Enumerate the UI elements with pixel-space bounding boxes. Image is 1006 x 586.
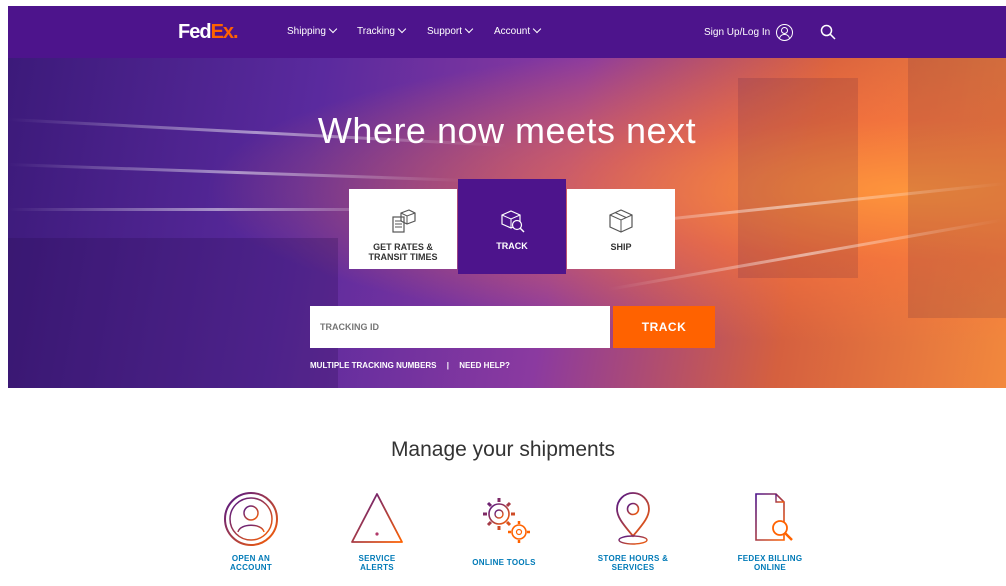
tab-ship[interactable]: SHIP bbox=[567, 189, 675, 269]
multiple-tracking-link[interactable]: MULTIPLE TRACKING NUMBERS bbox=[310, 361, 437, 370]
tab-label: GET RATES & TRANSIT TIMES bbox=[368, 242, 438, 262]
link-separator: | bbox=[446, 361, 449, 370]
hero-background-shape bbox=[8, 238, 338, 388]
alert-warning-icon bbox=[351, 493, 403, 543]
hero-banner: Where now meets next GET RATES & TRANSIT… bbox=[8, 58, 1006, 388]
ship-box-icon bbox=[609, 209, 633, 233]
search-icon[interactable] bbox=[820, 24, 836, 40]
tracking-links: MULTIPLE TRACKING NUMBERS | NEED HELP? bbox=[310, 361, 510, 370]
sign-in-label: Sign Up/Log In bbox=[704, 27, 771, 38]
chevron-down-icon bbox=[328, 24, 338, 34]
top-nav: FedEx. Shipping Tracking Support Account… bbox=[8, 6, 1006, 58]
nav-item-account[interactable]: Account bbox=[494, 24, 542, 37]
light-trail bbox=[8, 163, 468, 183]
sign-in-link[interactable]: Sign Up/Log In bbox=[704, 24, 794, 41]
fedex-logo[interactable]: FedEx. bbox=[178, 21, 239, 44]
track-package-icon bbox=[501, 210, 525, 233]
fedex-billing-label: FEDEX BILLING ONLINE bbox=[737, 554, 803, 572]
online-tools-label: ONLINE TOOLS bbox=[472, 558, 536, 567]
hero-title: Where now meets next bbox=[317, 110, 697, 151]
tab-get-rates[interactable]: GET RATES & TRANSIT TIMES bbox=[349, 189, 457, 269]
need-help-link[interactable]: NEED HELP? bbox=[459, 361, 510, 370]
tab-label: SHIP bbox=[610, 242, 632, 252]
online-tools-link[interactable]: ONLINE TOOLS bbox=[454, 490, 554, 567]
open-account-link[interactable]: OPEN AN ACCOUNT bbox=[201, 490, 301, 572]
chevron-down-icon bbox=[532, 24, 542, 34]
rates-calculator-icon bbox=[392, 209, 416, 233]
nav-item-support[interactable]: Support bbox=[427, 24, 474, 37]
open-account-label: OPEN AN ACCOUNT bbox=[229, 554, 273, 572]
tracking-id-input[interactable] bbox=[310, 306, 610, 348]
tab-track[interactable]: TRACK bbox=[458, 179, 566, 274]
chevron-down-icon bbox=[397, 24, 407, 34]
store-hours-link[interactable]: STORE HOURS & SERVICES bbox=[583, 490, 683, 572]
service-alerts-label: SERVICE ALERTS bbox=[358, 554, 396, 572]
chevron-down-icon bbox=[464, 24, 474, 34]
nav-item-shipping[interactable]: Shipping bbox=[287, 24, 338, 37]
track-button[interactable]: TRACK bbox=[613, 306, 715, 348]
store-hours-label: STORE HOURS & SERVICES bbox=[597, 554, 669, 572]
location-pin-icon bbox=[616, 492, 650, 545]
service-alerts-link[interactable]: SERVICE ALERTS bbox=[327, 490, 427, 572]
billing-document-icon bbox=[755, 493, 793, 541]
user-icon bbox=[776, 24, 794, 41]
gears-icon bbox=[483, 498, 530, 543]
manage-section-title: Manage your shipments bbox=[390, 438, 616, 461]
tab-label: TRACK bbox=[496, 241, 528, 251]
account-user-icon bbox=[224, 492, 278, 546]
fedex-billing-link[interactable]: FEDEX BILLING ONLINE bbox=[720, 490, 820, 572]
nav-item-tracking[interactable]: Tracking bbox=[357, 24, 407, 37]
